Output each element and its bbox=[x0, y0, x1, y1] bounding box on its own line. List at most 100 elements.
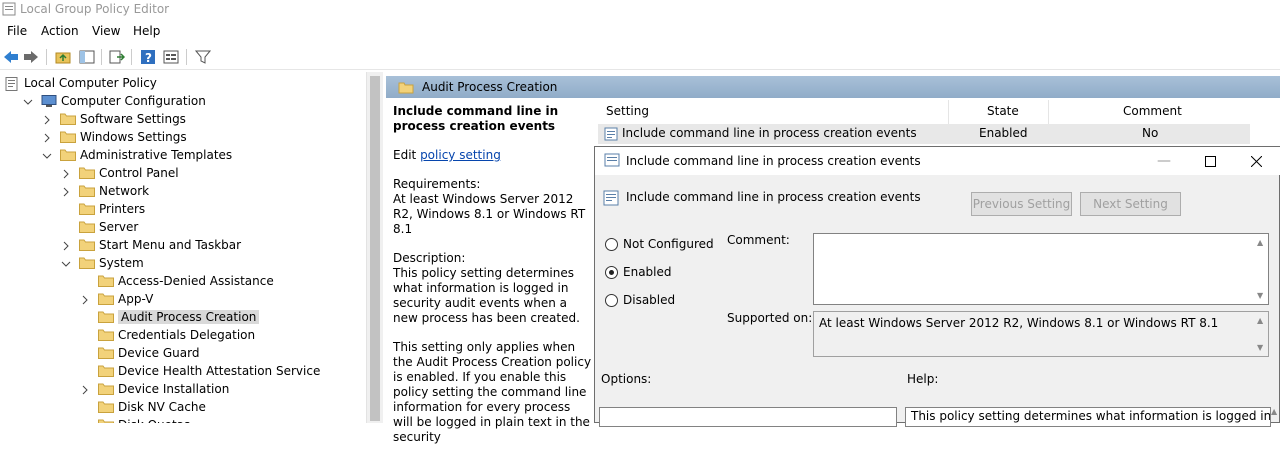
folder-icon bbox=[98, 347, 114, 359]
comment-label: Comment: bbox=[727, 233, 790, 247]
folder-icon bbox=[79, 185, 95, 197]
tree-item-label: Server bbox=[99, 220, 139, 234]
radio-disabled[interactable]: Disabled bbox=[605, 293, 675, 307]
tree-item-label: Network bbox=[99, 184, 150, 198]
chevron-right-icon[interactable] bbox=[80, 384, 90, 395]
help-scrollbar[interactable]: ▲ bbox=[1271, 407, 1280, 427]
tree-item[interactable]: Device Health Attestation Service bbox=[80, 362, 320, 380]
folder-icon bbox=[98, 383, 114, 395]
up-folder-icon[interactable] bbox=[54, 48, 72, 66]
tree-item[interactable]: Software Settings bbox=[42, 110, 186, 128]
menu-view[interactable]: View bbox=[92, 24, 120, 38]
tree-item[interactable]: Network bbox=[61, 182, 149, 200]
menu-action[interactable]: Action bbox=[41, 24, 79, 38]
help-icon[interactable]: ? bbox=[139, 48, 157, 66]
folder-icon bbox=[79, 239, 95, 251]
tree-item[interactable]: Audit Process Creation bbox=[80, 308, 260, 326]
help-panel: This policy setting determines what info… bbox=[905, 407, 1271, 427]
tree-item[interactable]: Disk Quotas bbox=[80, 416, 190, 423]
tree-item[interactable]: Computer Configuration bbox=[23, 92, 206, 110]
row-comment: No bbox=[1142, 126, 1159, 140]
folder-icon bbox=[79, 257, 95, 269]
next-setting-button[interactable]: Next Setting bbox=[1080, 192, 1181, 216]
tree-item-label: Printers bbox=[99, 202, 146, 216]
chevron-right-icon[interactable] bbox=[61, 168, 71, 179]
tree-item[interactable]: Server bbox=[61, 218, 138, 236]
properties-icon[interactable] bbox=[162, 48, 180, 66]
tree-item[interactable]: System bbox=[61, 254, 144, 272]
tree-item[interactable]: Device Installation bbox=[80, 380, 229, 398]
setting-name: Include command line in process creation… bbox=[626, 190, 921, 204]
chevron-down-icon[interactable] bbox=[61, 258, 71, 268]
folder-icon bbox=[98, 311, 114, 323]
folder-icon bbox=[98, 275, 114, 287]
chevron-down-icon[interactable] bbox=[42, 150, 52, 160]
tree-item[interactable]: Access-Denied Assistance bbox=[80, 272, 274, 290]
row-setting: Include command line in process creation… bbox=[622, 126, 917, 140]
comment-textarea[interactable]: ▲ ▼ bbox=[813, 233, 1269, 305]
tree-item-label: Disk NV Cache bbox=[118, 400, 206, 414]
folder-icon bbox=[60, 131, 76, 143]
forward-arrow-icon[interactable] bbox=[22, 48, 40, 66]
column-setting[interactable]: Setting bbox=[606, 104, 649, 118]
toolbar: ? bbox=[0, 44, 1280, 70]
description-label: Description: bbox=[393, 251, 466, 265]
tree-item[interactable]: Device Guard bbox=[80, 344, 199, 362]
filter-icon[interactable] bbox=[194, 48, 212, 66]
scroll-icon bbox=[4, 77, 20, 91]
folder-icon bbox=[398, 80, 414, 97]
menu-help[interactable]: Help bbox=[133, 24, 160, 38]
close-icon[interactable] bbox=[1233, 147, 1279, 175]
tree-item[interactable]: Administrative Templates bbox=[42, 146, 232, 164]
window-title: Local Group Policy Editor bbox=[20, 2, 170, 16]
menu-file[interactable]: File bbox=[7, 24, 27, 38]
chevron-right-icon[interactable] bbox=[61, 186, 71, 197]
column-state[interactable]: State bbox=[987, 104, 1019, 118]
chevron-right-icon[interactable] bbox=[42, 114, 52, 125]
folder-icon bbox=[98, 401, 114, 413]
maximize-icon[interactable] bbox=[1187, 147, 1233, 175]
svg-text:?: ? bbox=[145, 51, 152, 65]
navigation-tree: Local Computer Policy Computer Configurat… bbox=[0, 72, 366, 423]
tree-scrollbar[interactable] bbox=[366, 72, 383, 423]
previous-setting-button[interactable]: Previous Setting bbox=[971, 192, 1072, 216]
policy-setting-link[interactable]: policy setting bbox=[420, 148, 501, 162]
policy-setting-icon bbox=[604, 127, 618, 144]
extended-description: Include command line in process creation… bbox=[393, 104, 593, 459]
tree-item-label: Device Health Attestation Service bbox=[118, 364, 321, 378]
tree-item[interactable]: Credentials Delegation bbox=[80, 326, 255, 344]
tree-item[interactable]: App-V bbox=[80, 290, 153, 308]
folder-icon bbox=[98, 365, 114, 377]
tree-item[interactable]: Printers bbox=[61, 200, 145, 218]
column-comment[interactable]: Comment bbox=[1123, 104, 1182, 118]
tree-item-label: Audit Process Creation bbox=[118, 310, 260, 324]
radio-enabled[interactable]: Enabled bbox=[605, 265, 672, 279]
tree-item[interactable]: Start Menu and Taskbar bbox=[61, 236, 241, 254]
show-hide-tree-icon[interactable] bbox=[78, 48, 96, 66]
tree-item[interactable]: Windows Settings bbox=[42, 128, 187, 146]
folder-icon bbox=[79, 203, 95, 215]
folder-icon bbox=[79, 167, 95, 179]
tree-item[interactable]: Disk NV Cache bbox=[80, 398, 206, 416]
radio-not-configured[interactable]: Not Configured bbox=[605, 237, 714, 251]
back-arrow-icon[interactable] bbox=[2, 48, 20, 66]
chevron-right-icon[interactable] bbox=[42, 132, 52, 143]
tree-item-label: Disk Quotas bbox=[118, 418, 190, 423]
minimize-icon[interactable]: — bbox=[1141, 147, 1187, 175]
tree-item[interactable]: Local Computer Policy bbox=[4, 74, 157, 92]
policy-setting-icon bbox=[604, 153, 620, 170]
tree-item-label: Software Settings bbox=[80, 112, 186, 126]
edit-prefix: Edit bbox=[393, 148, 421, 162]
tree-item-label: Start Menu and Taskbar bbox=[99, 238, 242, 252]
tree-item-label: Device Guard bbox=[118, 346, 200, 360]
chevron-right-icon[interactable] bbox=[80, 294, 90, 305]
chevron-right-icon[interactable] bbox=[61, 240, 71, 251]
pane-header: Audit Process Creation bbox=[386, 76, 1280, 98]
folder-icon bbox=[79, 221, 95, 233]
tree-item[interactable]: Control Panel bbox=[61, 164, 179, 182]
requirements-label: Requirements: bbox=[393, 177, 481, 191]
policy-setting-icon bbox=[603, 190, 619, 209]
chevron-down-icon[interactable] bbox=[23, 96, 33, 106]
table-row[interactable]: Include command line in process creation… bbox=[598, 124, 1250, 144]
export-list-icon[interactable] bbox=[108, 48, 126, 66]
